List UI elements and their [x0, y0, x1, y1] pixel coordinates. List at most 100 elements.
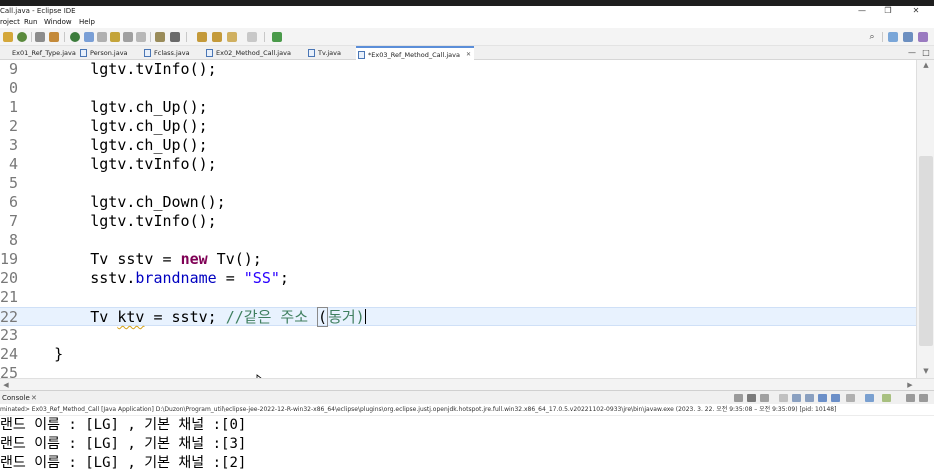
java-file-icon: [308, 49, 315, 57]
console-view-header: Console ✕: [0, 390, 934, 404]
debug-perspective-icon[interactable]: [918, 32, 928, 42]
console-minimize-icon[interactable]: [919, 394, 928, 402]
line-number: 2: [8, 117, 18, 135]
console-close-icon[interactable]: ✕: [31, 391, 37, 405]
code-line[interactable]: 4 lgtv.tvInfo();: [0, 155, 916, 174]
code-token-plain: lgtv.ch_Up();: [18, 98, 208, 116]
pin-icon[interactable]: [84, 32, 94, 42]
toolbar-separator: [882, 32, 883, 42]
menu-project[interactable]: roject: [0, 16, 20, 28]
code-line[interactable]: 3 lgtv.ch_Up();: [0, 136, 916, 155]
code-line[interactable]: 7 lgtv.tvInfo();: [0, 212, 916, 231]
block-icon[interactable]: [123, 32, 133, 42]
close-window-button[interactable]: ✕: [906, 6, 926, 16]
code-line[interactable]: 1 lgtv.ch_Up();: [0, 98, 916, 117]
code-text: sstv.brandname = "SS";: [18, 269, 289, 288]
tab-fclass[interactable]: Fclass.java: [142, 46, 198, 60]
editor-minimize-button[interactable]: —: [906, 47, 918, 59]
perspective-icon[interactable]: [888, 32, 898, 42]
show-on-output-icon[interactable]: [818, 394, 827, 402]
tab-person[interactable]: Person.java: [78, 46, 134, 60]
console-output-line: 랜드 이름 : [LG] , 기본 채널 :[3]: [0, 436, 247, 452]
next-annotation-icon[interactable]: [170, 32, 180, 42]
editor-tab-bar: Ex01_Ref_Type.java Person.java Fclass.ja…: [0, 46, 934, 60]
history-forward-icon[interactable]: [247, 32, 257, 42]
line-number: 6: [8, 193, 18, 211]
code-line[interactable]: 8: [0, 231, 916, 250]
show-on-error-icon[interactable]: [831, 394, 840, 402]
line-number: 20: [0, 269, 18, 287]
scroll-lock-icon[interactable]: [792, 394, 801, 402]
tab-tv[interactable]: Tv.java: [306, 46, 350, 60]
java-file-icon: [80, 49, 87, 57]
java-perspective-icon[interactable]: [903, 32, 913, 42]
menu-help[interactable]: Help: [79, 16, 95, 28]
tab-ex01-ref-type[interactable]: Ex01_Ref_Type.java: [0, 46, 76, 60]
new-icon[interactable]: [3, 32, 13, 42]
remove-all-icon[interactable]: [760, 394, 769, 402]
remove-launch-icon[interactable]: [747, 394, 756, 402]
console-output[interactable]: 랜드 이름 : [LG] , 기본 채널 :[0] 랜드 이름 : [LG] ,…: [0, 416, 934, 472]
code-text: lgtv.ch_Up();: [18, 98, 208, 117]
scroll-up-icon[interactable]: ▲: [917, 60, 934, 70]
code-line[interactable]: 2 lgtv.ch_Up();: [0, 117, 916, 136]
text-caret: [364, 309, 366, 324]
code-line[interactable]: 9 lgtv.tvInfo();: [0, 60, 916, 79]
back-icon[interactable]: [197, 32, 207, 42]
code-token-kw: new: [180, 250, 208, 268]
history-back-icon[interactable]: [227, 32, 237, 42]
line-number: 23: [0, 326, 18, 344]
wrench-icon[interactable]: [49, 32, 59, 42]
code-editor[interactable]: 9 lgtv.tvInfo(); 0 1 lgtv.ch_Up(); 2 lgtv.c…: [0, 60, 934, 386]
word-wrap-icon[interactable]: [805, 394, 814, 402]
menu-window[interactable]: Window: [44, 16, 72, 28]
annotation-icon[interactable]: [155, 32, 165, 42]
search-icon[interactable]: ⌕: [866, 31, 878, 43]
highlight-icon[interactable]: [110, 32, 120, 42]
code-line[interactable]: 21: [0, 288, 916, 307]
paragraph-icon[interactable]: [136, 32, 146, 42]
editor-maximize-button[interactable]: □: [920, 47, 932, 59]
minimize-button[interactable]: —: [852, 6, 872, 16]
code-token-plain: lgtv.tvInfo();: [18, 155, 217, 173]
code-token-plain: Tv();: [207, 250, 262, 268]
toggle-icon[interactable]: [97, 32, 107, 42]
display-console-icon[interactable]: [865, 394, 874, 402]
line-number: 1: [8, 98, 18, 116]
code-line[interactable]: 0: [0, 79, 916, 98]
open-console-icon[interactable]: [882, 394, 891, 402]
debug-icon[interactable]: [17, 32, 27, 42]
clear-console-icon[interactable]: [779, 394, 788, 402]
code-line[interactable]: 24 }: [0, 345, 916, 364]
vertical-scrollbar[interactable]: ▲ ▼: [916, 60, 934, 378]
code-line[interactable]: 23: [0, 326, 916, 345]
scrollbar-thumb[interactable]: [919, 156, 933, 346]
code-line[interactable]: 5: [0, 174, 916, 193]
horizontal-scrollbar[interactable]: ◀ ▶: [0, 378, 934, 390]
restore-button[interactable]: ❐: [878, 6, 898, 16]
forward-icon[interactable]: [212, 32, 222, 42]
code-line[interactable]: 19 Tv sstv = new Tv();: [0, 250, 916, 269]
save-icon[interactable]: [35, 32, 45, 42]
code-text: lgtv.ch_Up();: [18, 136, 207, 155]
external-tools-icon[interactable]: [272, 32, 282, 42]
toolbar-separator: [31, 32, 32, 42]
console-tab[interactable]: Console: [2, 391, 30, 405]
code-line[interactable]: 6 lgtv.ch_Down();: [0, 193, 916, 212]
scroll-down-icon[interactable]: ▼: [917, 366, 934, 376]
view-menu-icon[interactable]: [906, 394, 915, 402]
menu-bar: roject Run Window Help: [0, 16, 934, 28]
current-code-line[interactable]: 22 Tv ktv = sstv; //같은 주소 (동거): [0, 307, 916, 327]
toolbar-separator: [264, 32, 265, 42]
tab-ex03-ref-method-call[interactable]: *Ex03_Ref_Method_Call.java ✕: [356, 46, 474, 60]
terminate-icon[interactable]: [734, 394, 743, 402]
code-text: lgtv.ch_Down();: [18, 193, 225, 212]
menu-run[interactable]: Run: [24, 16, 37, 28]
tab-ex02-method-call[interactable]: Ex02_Method_Call.java: [204, 46, 302, 60]
code-line[interactable]: 20 sstv.brandname = "SS";: [0, 269, 916, 288]
line-number: 7: [8, 212, 18, 230]
run-icon[interactable]: [70, 32, 80, 42]
code-text: lgtv.tvInfo();: [18, 60, 216, 79]
pin-console-icon[interactable]: [846, 394, 855, 402]
code-token-cmt: //같은 주소: [225, 308, 318, 326]
